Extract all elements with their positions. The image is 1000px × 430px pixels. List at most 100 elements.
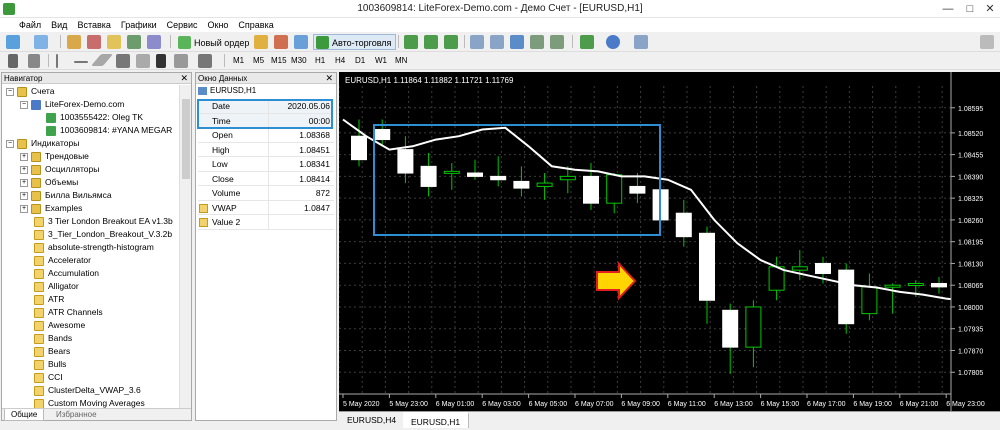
- signals-icon[interactable]: [274, 35, 288, 49]
- tree-folder[interactable]: + Объемы: [20, 176, 78, 189]
- menu-help[interactable]: Справка: [233, 18, 278, 32]
- chart-grid: [339, 86, 951, 394]
- tree-folder[interactable]: + Билла Вильямса: [20, 189, 112, 202]
- timeframe-m5[interactable]: M5: [250, 54, 267, 68]
- zoom-in-icon[interactable]: [470, 35, 484, 49]
- tree-indicator-item[interactable]: ATR Channels: [34, 306, 103, 319]
- horizontal-line-icon[interactable]: [74, 61, 88, 63]
- tree-server[interactable]: − LiteForex-Demo.com: [20, 98, 124, 111]
- shapes-icon[interactable]: [198, 54, 212, 68]
- tab-eurusd-h4[interactable]: EURUSD,H4: [339, 412, 406, 428]
- tree-indicator-item[interactable]: Awesome: [34, 319, 85, 332]
- profiles-icon[interactable]: [34, 35, 48, 49]
- collapse-icon[interactable]: −: [20, 100, 28, 109]
- chat-icon[interactable]: [294, 35, 308, 49]
- tile-windows-icon[interactable]: [510, 35, 524, 49]
- tree-indicator-item[interactable]: Accelerator: [34, 254, 91, 267]
- tree-account-2[interactable]: 1003609814: #YANA MEGAR: [46, 124, 172, 137]
- vertical-line-icon[interactable]: [56, 54, 58, 68]
- metaeditor-icon[interactable]: [254, 35, 268, 49]
- channel-icon[interactable]: [116, 54, 130, 68]
- templates-icon[interactable]: [634, 35, 648, 49]
- autotrade-button[interactable]: Авто-торговля: [313, 34, 397, 50]
- menu-view[interactable]: Вид: [46, 18, 72, 32]
- scroll-thumb[interactable]: [182, 99, 190, 179]
- tree-indicator-item[interactable]: absolute-strength-histogram: [34, 241, 154, 254]
- cursor-icon[interactable]: [8, 54, 18, 68]
- indicators-icon[interactable]: [580, 35, 594, 49]
- tree-indicator-item[interactable]: Accumulation: [34, 267, 99, 280]
- zoom-out-icon[interactable]: [490, 35, 504, 49]
- new-order-button[interactable]: Новый ордер: [175, 34, 254, 50]
- tree-folder[interactable]: + Трендовые: [20, 150, 89, 163]
- bar-chart-icon[interactable]: [404, 35, 418, 49]
- expand-icon[interactable]: +: [20, 165, 28, 174]
- chart-canvas[interactable]: EURUSD,H1 1.11864 1.11882 1.11721 1.1176…: [339, 72, 1000, 411]
- menu-file[interactable]: Файл: [14, 18, 46, 32]
- tree-indicator-item[interactable]: 3_Tier_London_Breakout_V.3.2b: [34, 228, 172, 241]
- label-tool-icon[interactable]: [174, 54, 188, 68]
- navigator-scrollbar[interactable]: [179, 85, 191, 410]
- minimize-icon[interactable]: —: [940, 1, 956, 17]
- tree-indicator-item[interactable]: ATR: [34, 293, 64, 306]
- timeframe-m15[interactable]: M15: [268, 54, 290, 68]
- menu-charts[interactable]: Графики: [116, 18, 162, 32]
- tree-indicator-item[interactable]: ClusterDelta_VWAP_3.6: [34, 384, 141, 397]
- periods-icon[interactable]: [606, 35, 620, 49]
- expand-icon[interactable]: +: [20, 152, 28, 161]
- timeframe-mn[interactable]: MN: [392, 54, 410, 68]
- bearish-candle: [397, 149, 414, 174]
- close-icon[interactable]: ✕: [325, 73, 333, 84]
- chart-shift-icon[interactable]: [550, 35, 564, 49]
- price-chart[interactable]: EURUSD,H1 1.11864 1.11882 1.11721 1.1176…: [339, 72, 1000, 411]
- trendline-icon[interactable]: [90, 54, 114, 66]
- toolbar-options-icon[interactable]: [980, 35, 994, 49]
- tree-indicators[interactable]: − Индикаторы: [6, 137, 79, 150]
- timeframe-d1[interactable]: D1: [352, 54, 368, 68]
- timeframe-w1[interactable]: W1: [372, 54, 390, 68]
- terminal-icon[interactable]: [127, 35, 141, 49]
- new-chart-icon[interactable]: [6, 35, 20, 49]
- menu-window[interactable]: Окно: [203, 18, 234, 32]
- expand-icon[interactable]: +: [20, 178, 28, 187]
- expand-icon[interactable]: +: [20, 204, 28, 213]
- tree-indicator-item[interactable]: Bulls: [34, 358, 66, 371]
- auto-scroll-icon[interactable]: [530, 35, 544, 49]
- close-icon[interactable]: ✕: [180, 73, 188, 84]
- tree-indicator-item[interactable]: Alligator: [34, 280, 79, 293]
- timeframe-m30[interactable]: M30: [288, 54, 310, 68]
- tab-favorites[interactable]: Избранное: [50, 409, 103, 421]
- tree-accounts[interactable]: − Счета: [6, 85, 54, 98]
- timeframe-m1[interactable]: M1: [230, 54, 247, 68]
- crosshair-icon[interactable]: [87, 35, 101, 49]
- crosshair-tool-icon[interactable]: [28, 54, 40, 68]
- line-chart-icon[interactable]: [444, 35, 458, 49]
- maximize-icon[interactable]: □: [962, 1, 978, 17]
- close-icon[interactable]: ✕: [982, 1, 998, 17]
- tree-account-1[interactable]: 1003555422: Oleg TK: [46, 111, 143, 124]
- menu-insert[interactable]: Вставка: [72, 18, 115, 32]
- tree-indicator-item[interactable]: Bands: [34, 332, 72, 345]
- market-watch-icon[interactable]: [67, 35, 81, 49]
- tree-indicator-item[interactable]: 3 Tier London Breakout EA v1.3b: [34, 215, 173, 228]
- timeframe-h1[interactable]: H1: [312, 54, 328, 68]
- bullish-candle: [606, 174, 623, 204]
- tree-indicator-item[interactable]: Bears: [34, 345, 70, 358]
- tab-common[interactable]: Общие: [4, 409, 45, 421]
- menu-tools[interactable]: Сервис: [162, 18, 203, 32]
- tester-icon[interactable]: [147, 35, 161, 49]
- expand-icon[interactable]: +: [20, 191, 28, 200]
- tab-eurusd-h1[interactable]: EURUSD,H1: [403, 412, 470, 428]
- collapse-icon[interactable]: −: [6, 139, 14, 148]
- tree-indicator-item[interactable]: CCI: [34, 371, 63, 384]
- timeframe-h4[interactable]: H4: [332, 54, 348, 68]
- time-label: 6 May 15:00: [761, 401, 800, 408]
- collapse-icon[interactable]: −: [6, 87, 14, 96]
- indicator-icon: [34, 294, 44, 305]
- fibonacci-icon[interactable]: [136, 54, 150, 68]
- navigator-icon[interactable]: [107, 35, 121, 49]
- tree-folder[interactable]: + Examples: [20, 202, 82, 215]
- candles-icon[interactable]: [424, 35, 438, 49]
- tree-folder[interactable]: + Осцилляторы: [20, 163, 99, 176]
- text-tool-icon[interactable]: [156, 54, 166, 68]
